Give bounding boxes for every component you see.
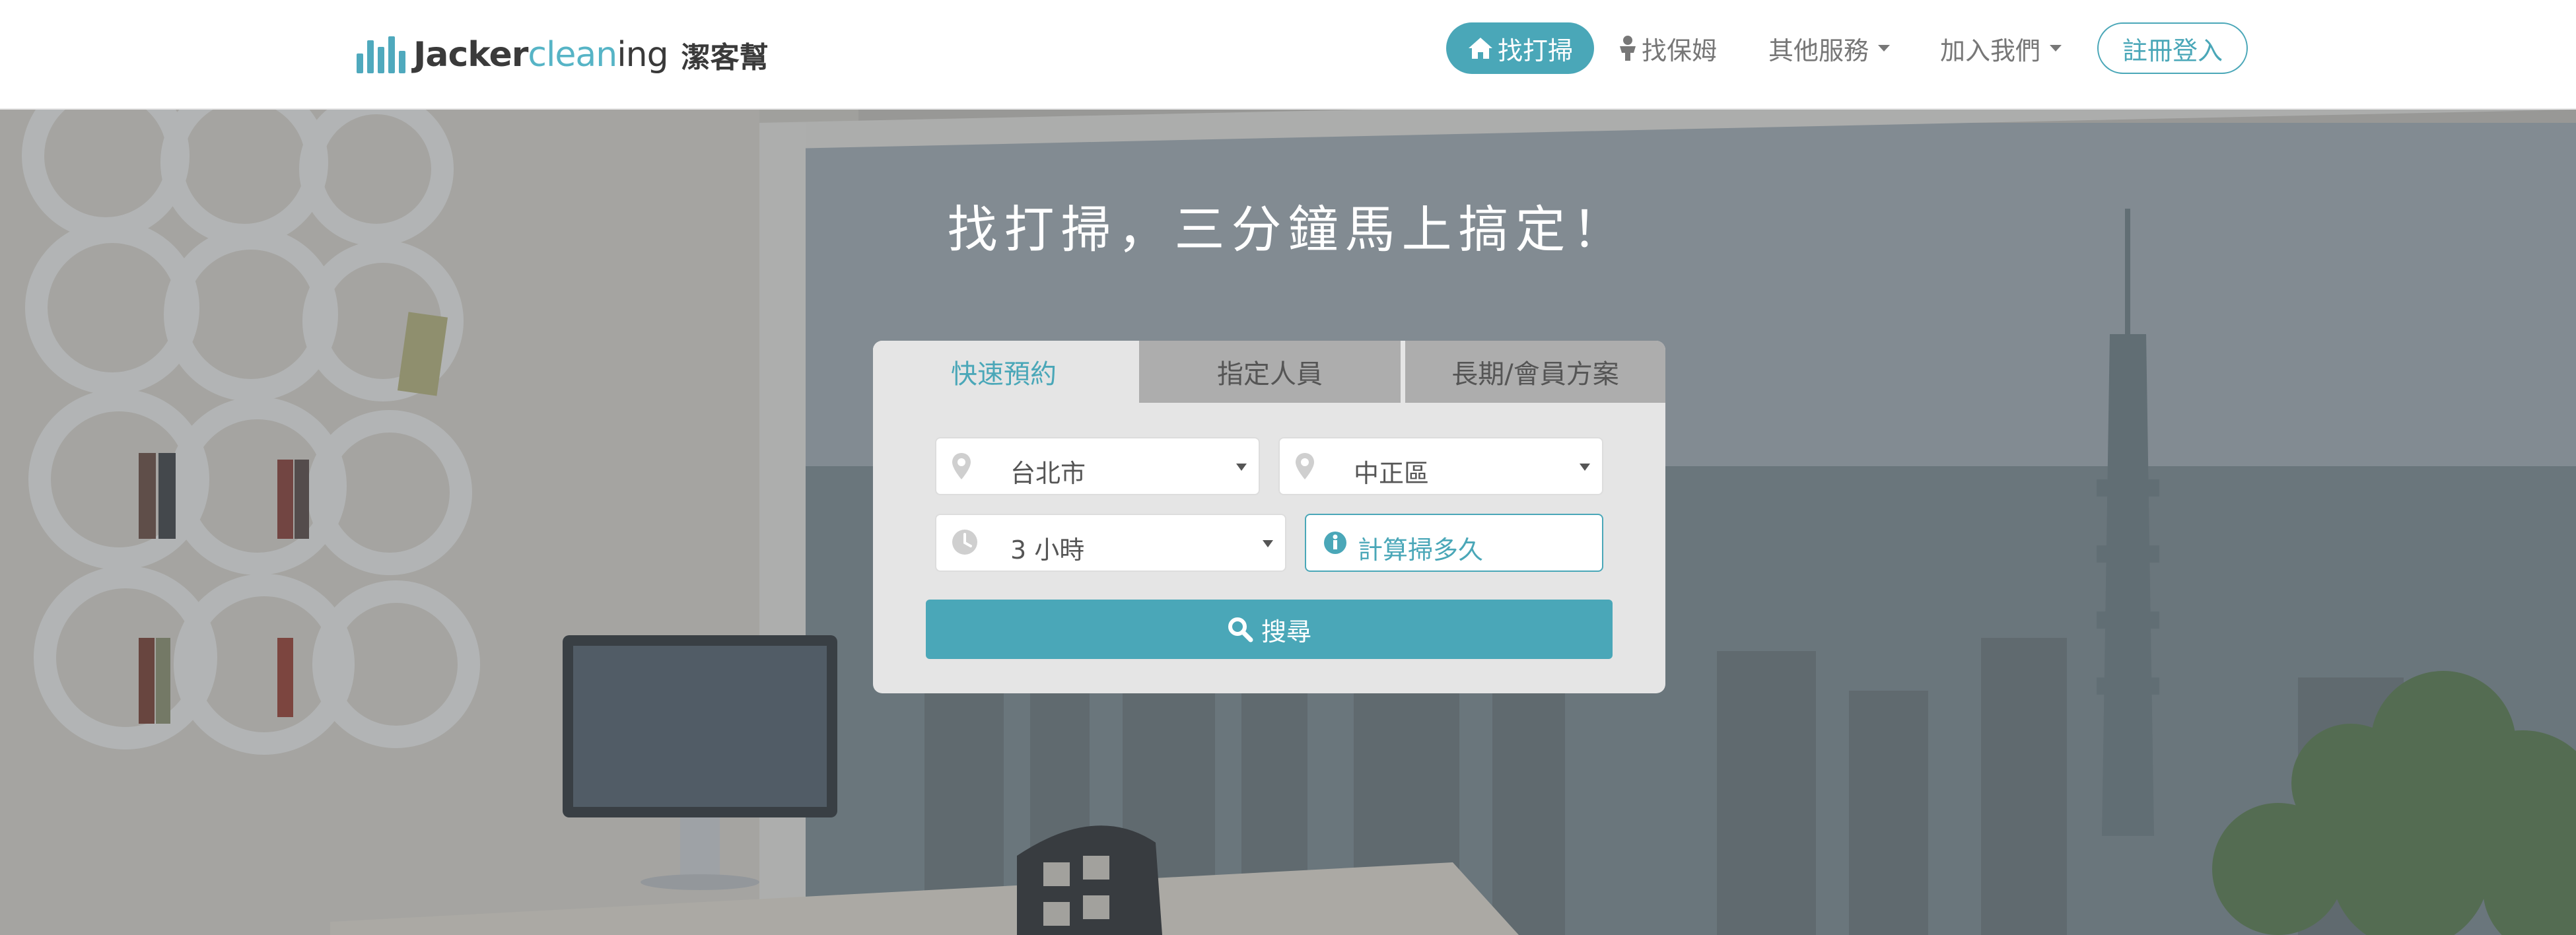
city-value: 台北市 (1010, 459, 1086, 488)
nav-other-services-label: 其他服務 (1768, 36, 1869, 65)
calculate-cleaning-time-button[interactable]: 計算掃多久 (1305, 514, 1603, 572)
brand-chinese-name: 潔客幫 (681, 41, 769, 75)
brand-name-clean: clean (528, 35, 617, 75)
hero-banner: 找打掃，三分鐘馬上搞定！ 快速預約 指定人員 長期/會員方案 台北市 中正區 3… (0, 110, 2576, 935)
search-button-label: 搜尋 (1261, 617, 1311, 646)
info-circle-icon (1324, 532, 1346, 554)
map-marker-icon (1296, 453, 1314, 479)
register-login-button[interactable]: 註冊登入 (2097, 22, 2248, 74)
tab-quick-booking[interactable]: 快速預約 (873, 341, 1134, 403)
search-button[interactable]: 搜尋 (926, 600, 1613, 659)
caret-down-icon (1580, 464, 1590, 471)
nav-join-us-dropdown[interactable]: 加入我們 (1928, 22, 2073, 74)
clock-icon (952, 530, 977, 555)
district-select[interactable]: 中正區 (1278, 437, 1603, 495)
booking-search-panel: 快速預約 指定人員 長期/會員方案 台北市 中正區 3 小時 計算掃多久 搜尋 (873, 341, 1665, 693)
nav-find-cleaning-label: 找打掃 (1497, 36, 1573, 65)
district-value: 中正區 (1354, 459, 1430, 488)
person-icon (1619, 36, 1636, 61)
caret-down-icon (1263, 540, 1273, 547)
map-marker-icon (952, 453, 971, 479)
logo-bars-icon (357, 36, 405, 73)
brand-logo[interactable]: Jacker clean ing 潔客幫 (357, 32, 769, 78)
hours-value: 3 小時 (1010, 536, 1085, 565)
booking-tabs: 快速預約 指定人員 長期/會員方案 (873, 341, 1665, 403)
calculate-cleaning-time-label: 計算掃多久 (1358, 536, 1484, 565)
hero-title: 找打掃，三分鐘馬上搞定！ (947, 200, 1629, 259)
hours-select[interactable]: 3 小時 (935, 514, 1286, 572)
top-navbar: Jacker clean ing 潔客幫 找打掃 找保姆 其他服務 加入我們 註冊登… (0, 0, 2576, 110)
tab-long-term-membership[interactable]: 長期/會員方案 (1405, 341, 1665, 403)
nav-find-cleaning[interactable]: 找打掃 (1446, 22, 1594, 74)
brand-name-ing: ing (617, 35, 668, 75)
brand-name-jacker: Jacker (413, 35, 528, 75)
city-select[interactable]: 台北市 (935, 437, 1260, 495)
nav-other-services-dropdown[interactable]: 其他服務 (1757, 22, 1902, 74)
search-icon (1228, 617, 1253, 642)
chevron-down-icon (1878, 45, 1890, 52)
caret-down-icon (1236, 464, 1247, 471)
nav-join-us-label: 加入我們 (1939, 36, 2040, 65)
chevron-down-icon (2050, 45, 2062, 52)
tab-specify-staff[interactable]: 指定人員 (1139, 341, 1401, 403)
nav-find-nanny-label: 找保姆 (1641, 36, 1717, 65)
nav-find-nanny[interactable]: 找保姆 (1611, 22, 1723, 74)
register-login-label: 註冊登入 (2122, 36, 2223, 65)
home-icon (1468, 38, 1492, 59)
